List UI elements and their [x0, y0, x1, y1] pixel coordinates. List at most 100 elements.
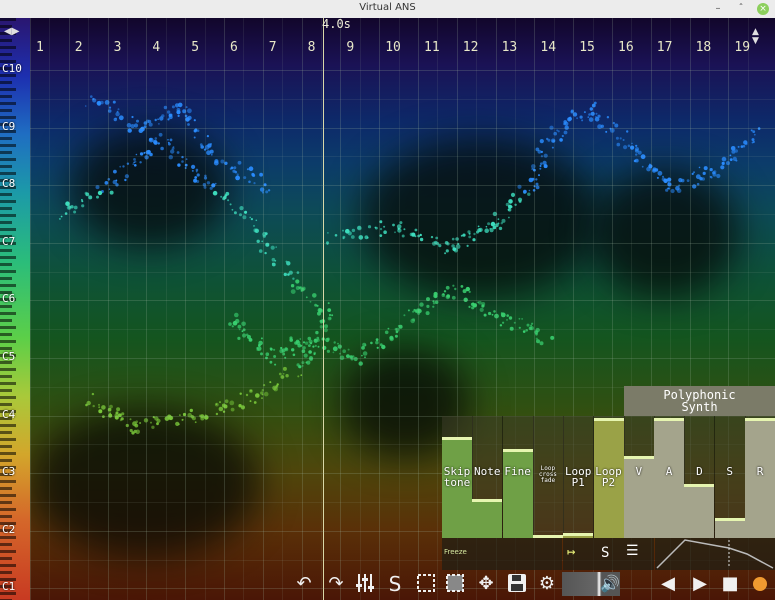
black-key[interactable]	[0, 508, 16, 511]
slider-loop-cross-fade[interactable]: Loop cross fade	[532, 416, 564, 538]
slider-d[interactable]: D	[684, 416, 716, 538]
black-key[interactable]	[0, 515, 12, 518]
black-key[interactable]	[0, 340, 16, 343]
slider-handle[interactable]	[532, 535, 563, 538]
stop-icon[interactable]: ■	[718, 572, 742, 596]
black-key[interactable]	[0, 564, 16, 567]
slider-r[interactable]: R	[745, 416, 775, 538]
slider-handle[interactable]	[502, 449, 533, 452]
select-icon[interactable]	[414, 572, 438, 596]
slider-handle[interactable]	[472, 499, 503, 502]
play-icon[interactable]: ▶	[688, 572, 712, 596]
record-icon[interactable]	[748, 572, 772, 596]
black-key[interactable]	[0, 151, 12, 154]
black-key[interactable]	[0, 116, 16, 119]
slider-skip-tone[interactable]: Skip tone	[442, 416, 473, 538]
volume-slider[interactable]: 🔊	[562, 572, 620, 596]
black-key[interactable]	[0, 389, 12, 392]
black-key[interactable]	[0, 375, 12, 378]
black-key[interactable]	[0, 109, 12, 112]
black-key[interactable]	[0, 158, 16, 161]
slider-fine[interactable]: Fine	[502, 416, 534, 538]
black-key[interactable]	[0, 396, 16, 399]
move-icon[interactable]: ✥	[474, 572, 498, 596]
slider-handle[interactable]	[745, 418, 775, 421]
black-key[interactable]	[0, 424, 16, 427]
black-key[interactable]	[0, 319, 12, 322]
slider-handle[interactable]	[623, 456, 654, 459]
slider-v[interactable]: V	[623, 416, 655, 538]
close-icon[interactable]: ×	[757, 3, 769, 15]
redo-icon[interactable]: ↷	[324, 572, 348, 596]
rewind-icon[interactable]: ◀	[656, 572, 680, 596]
black-key[interactable]	[0, 431, 12, 434]
slider-s[interactable]: S	[714, 416, 746, 538]
black-key[interactable]	[0, 403, 12, 406]
black-key[interactable]	[0, 53, 12, 56]
gear-icon[interactable]: ⚙	[535, 572, 559, 596]
horizontal-scroll-arrows[interactable]: ◀▶	[4, 26, 24, 40]
black-key[interactable]	[0, 550, 16, 553]
black-key[interactable]	[0, 193, 12, 196]
black-key[interactable]	[0, 88, 16, 91]
maximize-icon[interactable]: ˆ	[735, 3, 747, 15]
slider-handle[interactable]	[593, 418, 624, 421]
black-key[interactable]	[0, 228, 16, 231]
black-key[interactable]	[0, 312, 16, 315]
black-key[interactable]	[0, 284, 16, 287]
black-key[interactable]	[0, 256, 16, 259]
bar-ruler[interactable]: 1 2 3 4 5 6 7 8 9 10 11 12 13 14 15 16 17 18 19	[30, 38, 775, 60]
piano-keyboard[interactable]: C10 C9 C8 C7 C6 C5 C4 C3 C2 C1	[0, 18, 30, 600]
black-key[interactable]	[0, 368, 16, 371]
undo-icon[interactable]: ↶	[292, 572, 316, 596]
black-key[interactable]	[0, 487, 12, 490]
brush-icon[interactable]: Ѕ	[383, 572, 407, 596]
black-key[interactable]	[0, 445, 12, 448]
black-key[interactable]	[0, 382, 16, 385]
black-key[interactable]	[0, 263, 12, 266]
black-key[interactable]	[0, 200, 16, 203]
slider-handle[interactable]	[654, 418, 685, 421]
black-key[interactable]	[0, 221, 12, 224]
loop-arrow-icon[interactable]: ↦	[567, 544, 575, 560]
black-key[interactable]	[0, 459, 12, 462]
black-key[interactable]	[0, 277, 12, 280]
envelope-graph[interactable]	[655, 538, 775, 570]
black-key[interactable]	[0, 137, 12, 140]
black-key[interactable]	[0, 494, 16, 497]
black-key[interactable]	[0, 305, 12, 308]
black-key[interactable]	[0, 46, 16, 49]
playhead[interactable]	[323, 18, 324, 600]
black-key[interactable]	[0, 214, 16, 217]
black-key[interactable]	[0, 18, 16, 21]
black-key[interactable]	[0, 172, 16, 175]
black-key[interactable]	[0, 438, 16, 441]
black-key[interactable]	[0, 452, 16, 455]
slider-a[interactable]: A	[654, 416, 686, 538]
slider-loop-p2[interactable]: Loop P2	[593, 416, 625, 538]
slider-handle[interactable]	[563, 533, 594, 536]
black-key[interactable]	[0, 326, 16, 329]
black-key[interactable]	[0, 95, 12, 98]
slider-handle[interactable]	[684, 484, 715, 487]
mixer-icon[interactable]	[353, 572, 377, 596]
black-key[interactable]	[0, 480, 16, 483]
black-key[interactable]	[0, 144, 16, 147]
menu-icon[interactable]: ☰	[626, 543, 639, 559]
black-key[interactable]	[0, 557, 12, 560]
black-key[interactable]	[0, 249, 12, 252]
black-key[interactable]	[0, 536, 16, 539]
black-key[interactable]	[0, 270, 16, 273]
s-button[interactable]: S	[601, 545, 609, 561]
black-key[interactable]	[0, 501, 12, 504]
save-icon[interactable]	[505, 572, 529, 596]
slider-loop-p1[interactable]: Loop P1	[563, 416, 595, 538]
freeze-button[interactable]: Freeze	[442, 538, 562, 570]
black-key[interactable]	[0, 102, 16, 105]
black-key[interactable]	[0, 543, 12, 546]
black-key[interactable]	[0, 207, 12, 210]
slider-handle[interactable]	[714, 518, 745, 521]
select-filled-icon[interactable]	[443, 572, 467, 596]
slider-handle[interactable]	[442, 437, 472, 440]
black-key[interactable]	[0, 165, 12, 168]
